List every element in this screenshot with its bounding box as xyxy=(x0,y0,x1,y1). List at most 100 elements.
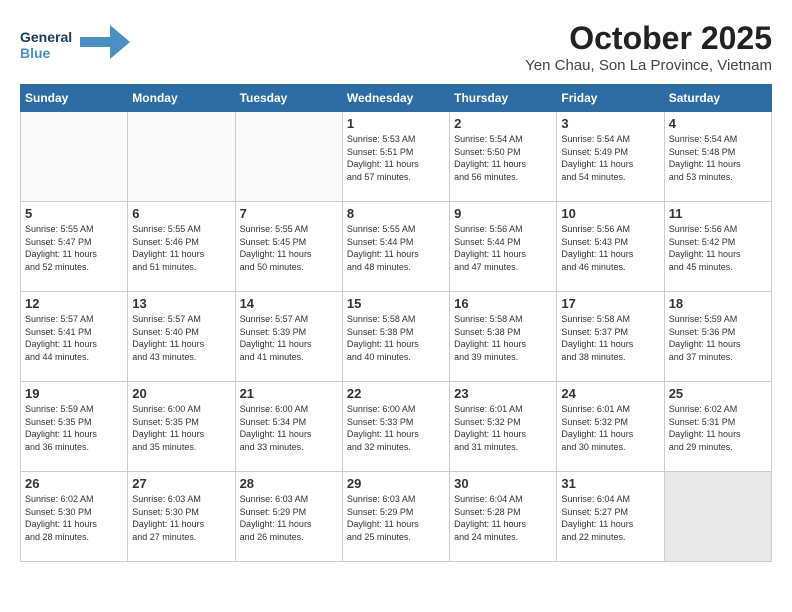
calendar-body: 1 Sunrise: 5:53 AMSunset: 5:51 PMDaylight… xyxy=(21,112,772,562)
day-number: 1 xyxy=(347,116,445,131)
title-block: October 2025 Yen Chau, Son La Province, … xyxy=(525,20,772,74)
calendar-cell: 27Sunrise: 6:03 AMSunset: 5:30 PMDayligh… xyxy=(128,472,235,562)
cell-info: Sunrise: 5:59 AMSunset: 5:35 PMDaylight:… xyxy=(25,403,123,453)
day-number: 23 xyxy=(454,386,552,401)
cell-info: Sunrise: 5:58 AMSunset: 5:37 PMDaylight:… xyxy=(561,313,659,363)
day-number: 28 xyxy=(240,476,338,491)
weekday-header-monday: Monday xyxy=(128,85,235,112)
cell-info: Sunrise: 5:57 AMSunset: 5:39 PMDaylight:… xyxy=(240,313,338,363)
calendar-table: SundayMondayTuesdayWednesdayThursdayFrid… xyxy=(20,84,772,562)
week-row-5: 26Sunrise: 6:02 AMSunset: 5:30 PMDayligh… xyxy=(21,472,772,562)
week-row-1: 1 Sunrise: 5:53 AMSunset: 5:51 PMDaylight… xyxy=(21,112,772,202)
cell-info: Sunrise: 6:03 AMSunset: 5:29 PMDaylight:… xyxy=(347,493,445,543)
logo-image: General Blue xyxy=(20,20,130,65)
cell-info: Sunrise: 5:58 AMSunset: 5:38 PMDaylight:… xyxy=(454,313,552,363)
cell-info: Sunrise: 6:04 AMSunset: 5:27 PMDaylight:… xyxy=(561,493,659,543)
cell-info: Sunrise: 6:03 AMSunset: 5:30 PMDaylight:… xyxy=(132,493,230,543)
calendar-cell: 7 Sunrise: 5:55 AMSunset: 5:45 PMDaylight… xyxy=(235,202,342,292)
calendar-cell: 3 Sunrise: 5:54 AMSunset: 5:49 PMDaylight… xyxy=(557,112,664,202)
day-number: 15 xyxy=(347,296,445,311)
day-number: 26 xyxy=(25,476,123,491)
calendar-cell xyxy=(21,112,128,202)
day-number: 22 xyxy=(347,386,445,401)
day-number: 13 xyxy=(132,296,230,311)
calendar-cell: 14 Sunrise: 5:57 AMSunset: 5:39 PMDayligh… xyxy=(235,292,342,382)
calendar-cell: 9 Sunrise: 5:56 AMSunset: 5:44 PMDaylight… xyxy=(450,202,557,292)
day-number: 8 xyxy=(347,206,445,221)
weekday-header-friday: Friday xyxy=(557,85,664,112)
svg-text:General: General xyxy=(20,29,72,45)
calendar-cell: 31 Sunrise: 6:04 AMSunset: 5:27 PMDayligh… xyxy=(557,472,664,562)
day-number: 19 xyxy=(25,386,123,401)
calendar-cell: 24Sunrise: 6:01 AMSunset: 5:32 PMDayligh… xyxy=(557,382,664,472)
day-number: 21 xyxy=(240,386,338,401)
month-title: October 2025 xyxy=(525,20,772,57)
calendar-cell: 28 Sunrise: 6:03 AMSunset: 5:29 PMDayligh… xyxy=(235,472,342,562)
calendar-cell: 30Sunrise: 6:04 AMSunset: 5:28 PMDayligh… xyxy=(450,472,557,562)
day-number: 3 xyxy=(561,116,659,131)
cell-info: Sunrise: 5:55 AMSunset: 5:46 PMDaylight:… xyxy=(132,223,230,273)
cell-info: Sunrise: 5:56 AMSunset: 5:43 PMDaylight:… xyxy=(561,223,659,273)
day-number: 16 xyxy=(454,296,552,311)
cell-info: Sunrise: 5:57 AMSunset: 5:40 PMDaylight:… xyxy=(132,313,230,363)
weekday-header-wednesday: Wednesday xyxy=(342,85,449,112)
cell-info: Sunrise: 6:01 AMSunset: 5:32 PMDaylight:… xyxy=(454,403,552,453)
calendar-cell: 19 Sunrise: 5:59 AMSunset: 5:35 PMDayligh… xyxy=(21,382,128,472)
calendar-cell: 20Sunrise: 6:00 AMSunset: 5:35 PMDayligh… xyxy=(128,382,235,472)
day-number: 10 xyxy=(561,206,659,221)
logo: General Blue xyxy=(20,20,130,65)
day-number: 12 xyxy=(25,296,123,311)
calendar-cell: 22 Sunrise: 6:00 AMSunset: 5:33 PMDayligh… xyxy=(342,382,449,472)
cell-info: Sunrise: 5:57 AMSunset: 5:41 PMDaylight:… xyxy=(25,313,123,363)
cell-info: Sunrise: 5:54 AMSunset: 5:50 PMDaylight:… xyxy=(454,133,552,183)
cell-info: Sunrise: 6:00 AMSunset: 5:34 PMDaylight:… xyxy=(240,403,338,453)
calendar-cell: 13 Sunrise: 5:57 AMSunset: 5:40 PMDayligh… xyxy=(128,292,235,382)
calendar-cell: 8 Sunrise: 5:55 AMSunset: 5:44 PMDaylight… xyxy=(342,202,449,292)
day-number: 2 xyxy=(454,116,552,131)
calendar-cell: 11 Sunrise: 5:56 AMSunset: 5:42 PMDayligh… xyxy=(664,202,771,292)
cell-info: Sunrise: 6:00 AMSunset: 5:33 PMDaylight:… xyxy=(347,403,445,453)
week-row-4: 19 Sunrise: 5:59 AMSunset: 5:35 PMDayligh… xyxy=(21,382,772,472)
day-number: 31 xyxy=(561,476,659,491)
day-number: 4 xyxy=(669,116,767,131)
calendar-cell: 26Sunrise: 6:02 AMSunset: 5:30 PMDayligh… xyxy=(21,472,128,562)
cell-info: Sunrise: 5:55 AMSunset: 5:45 PMDaylight:… xyxy=(240,223,338,273)
day-number: 7 xyxy=(240,206,338,221)
cell-info: Sunrise: 5:56 AMSunset: 5:44 PMDaylight:… xyxy=(454,223,552,273)
cell-info: Sunrise: 5:54 AMSunset: 5:49 PMDaylight:… xyxy=(561,133,659,183)
day-number: 9 xyxy=(454,206,552,221)
calendar-cell: 10 Sunrise: 5:56 AMSunset: 5:43 PMDayligh… xyxy=(557,202,664,292)
cell-info: Sunrise: 5:54 AMSunset: 5:48 PMDaylight:… xyxy=(669,133,767,183)
calendar-cell: 5Sunrise: 5:55 AMSunset: 5:47 PMDaylight… xyxy=(21,202,128,292)
cell-info: Sunrise: 6:03 AMSunset: 5:29 PMDaylight:… xyxy=(240,493,338,543)
calendar-cell: 23 Sunrise: 6:01 AMSunset: 5:32 PMDayligh… xyxy=(450,382,557,472)
day-number: 6 xyxy=(132,206,230,221)
week-row-3: 12 Sunrise: 5:57 AMSunset: 5:41 PMDayligh… xyxy=(21,292,772,382)
calendar-cell: 25Sunrise: 6:02 AMSunset: 5:31 PMDayligh… xyxy=(664,382,771,472)
day-number: 5 xyxy=(25,206,123,221)
calendar-cell: 16 Sunrise: 5:58 AMSunset: 5:38 PMDayligh… xyxy=(450,292,557,382)
location: Yen Chau, Son La Province, Vietnam xyxy=(525,57,772,74)
cell-info: Sunrise: 5:53 AMSunset: 5:51 PMDaylight:… xyxy=(347,133,445,183)
week-row-2: 5Sunrise: 5:55 AMSunset: 5:47 PMDaylight… xyxy=(21,202,772,292)
calendar-cell xyxy=(664,472,771,562)
weekday-header-saturday: Saturday xyxy=(664,85,771,112)
day-number: 20 xyxy=(132,386,230,401)
calendar-cell: 12 Sunrise: 5:57 AMSunset: 5:41 PMDayligh… xyxy=(21,292,128,382)
calendar-cell: 2 Sunrise: 5:54 AMSunset: 5:50 PMDaylight… xyxy=(450,112,557,202)
calendar-cell: 1 Sunrise: 5:53 AMSunset: 5:51 PMDaylight… xyxy=(342,112,449,202)
cell-info: Sunrise: 5:59 AMSunset: 5:36 PMDaylight:… xyxy=(669,313,767,363)
cell-info: Sunrise: 5:56 AMSunset: 5:42 PMDaylight:… xyxy=(669,223,767,273)
calendar-cell: 29Sunrise: 6:03 AMSunset: 5:29 PMDayligh… xyxy=(342,472,449,562)
day-number: 11 xyxy=(669,206,767,221)
cell-info: Sunrise: 5:58 AMSunset: 5:38 PMDaylight:… xyxy=(347,313,445,363)
cell-info: Sunrise: 5:55 AMSunset: 5:44 PMDaylight:… xyxy=(347,223,445,273)
day-number: 14 xyxy=(240,296,338,311)
day-number: 25 xyxy=(669,386,767,401)
cell-info: Sunrise: 6:01 AMSunset: 5:32 PMDaylight:… xyxy=(561,403,659,453)
page-header: General Blue October 2025 Yen Chau, Son … xyxy=(20,20,772,74)
calendar-cell: 18Sunrise: 5:59 AMSunset: 5:36 PMDayligh… xyxy=(664,292,771,382)
svg-text:Blue: Blue xyxy=(20,45,51,61)
day-number: 30 xyxy=(454,476,552,491)
weekday-header-sunday: Sunday xyxy=(21,85,128,112)
